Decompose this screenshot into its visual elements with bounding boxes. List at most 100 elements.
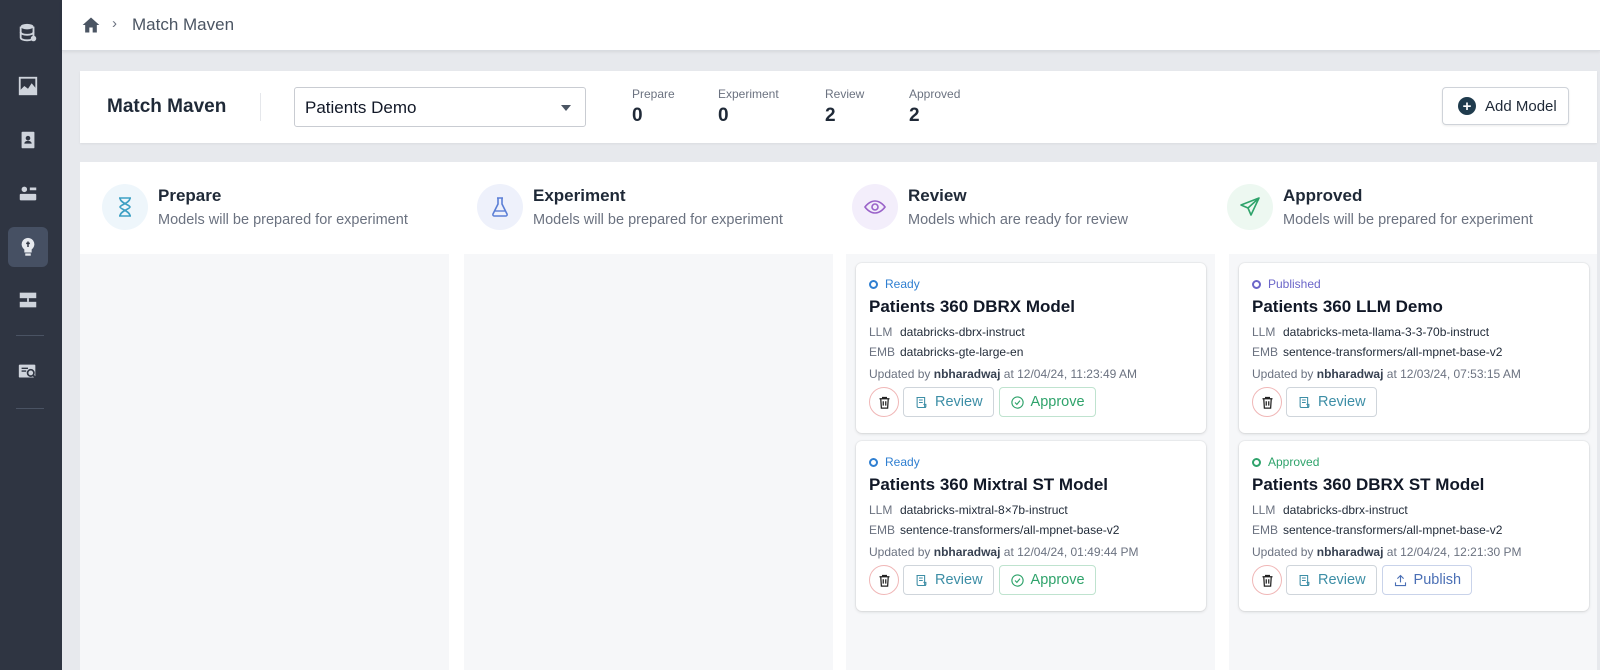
sidebar-item-users[interactable] <box>8 173 48 213</box>
plus-circle-icon: + <box>1458 97 1476 115</box>
check-circle-icon <box>1010 395 1024 409</box>
stat-approved: Approved 2 <box>909 87 960 127</box>
status-dot-icon <box>1252 457 1261 467</box>
server-icon <box>19 292 37 308</box>
card-title: Patients 360 LLM Demo <box>1252 297 1443 316</box>
add-model-button[interactable]: + Add Model <box>1442 87 1569 125</box>
stat-prepare: Prepare 0 <box>632 87 675 127</box>
stat-experiment: Experiment 0 <box>718 87 779 127</box>
review-button[interactable]: Review <box>903 387 994 417</box>
lane-experiment <box>464 254 833 670</box>
emb-row: EMB sentence-transformers/all-mpnet-base-… <box>869 523 1120 537</box>
page-header: Match Maven Patients Demo Prepare 0 Expe… <box>80 71 1597 143</box>
column-subtitle: Models will be prepared for experiment <box>158 212 408 228</box>
flask-icon <box>477 184 523 230</box>
breadcrumb-separator: › <box>112 15 117 32</box>
stat-label: Approved <box>909 87 961 101</box>
status-badge: Ready <box>869 277 920 291</box>
send-icon <box>1227 184 1273 230</box>
approve-button[interactable]: Approve <box>998 387 1096 417</box>
review-button[interactable]: Review <box>1286 387 1377 417</box>
add-model-label: Add Model <box>1485 97 1557 115</box>
eye-icon <box>852 184 898 230</box>
database-icon <box>19 23 37 42</box>
approve-button[interactable]: Approve <box>998 565 1096 595</box>
sidebar <box>0 0 62 670</box>
lane-prepare <box>80 254 449 670</box>
review-scroll-icon <box>1299 396 1310 408</box>
status-dot-icon <box>869 457 878 467</box>
llm-row: LLM databricks-mixtral-8×7b-instruct <box>869 503 1068 517</box>
model-card[interactable]: Approved Patients 360 DBRX ST Model LLM d… <box>1239 441 1589 611</box>
card-title: Patients 360 DBRX ST Model <box>1252 475 1485 494</box>
trash-icon <box>1262 574 1272 587</box>
updated-info: Updated by nbharadwaj at 12/04/24, 12:21… <box>1252 545 1522 559</box>
chart-image-icon <box>18 76 38 96</box>
column-title: Experiment <box>533 186 626 205</box>
status-badge: Approved <box>1252 455 1319 469</box>
sidebar-item-search-reports[interactable] <box>8 352 48 392</box>
model-card[interactable]: Ready Patients 360 DBRX Model LLM databri… <box>856 263 1206 433</box>
column-subtitle: Models will be prepared for experiment <box>1283 212 1533 228</box>
review-button[interactable]: Review <box>903 565 994 595</box>
column-title: Review <box>908 186 967 205</box>
column-subtitle: Models will be prepared for experiment <box>533 212 783 228</box>
llm-row: LLM databricks-dbrx-instruct <box>869 325 1025 339</box>
review-scroll-icon <box>916 396 927 408</box>
review-button[interactable]: Review <box>1286 565 1377 595</box>
stat-value: 2 <box>909 105 920 126</box>
delete-button[interactable] <box>1252 387 1282 417</box>
status-badge: Ready <box>869 455 920 469</box>
updated-info: Updated by nbharadwaj at 12/03/24, 07:53… <box>1252 367 1521 381</box>
stat-label: Experiment <box>718 87 779 101</box>
breadcrumb-current: Match Maven <box>132 15 235 34</box>
sidebar-item-data[interactable] <box>8 13 48 53</box>
column-title: Prepare <box>158 186 222 205</box>
status-dot-icon <box>1252 279 1261 289</box>
updated-info: Updated by nbharadwaj at 12/04/24, 01:49… <box>869 545 1139 559</box>
check-circle-icon <box>1010 573 1024 587</box>
card-actions: Review Publish <box>1252 565 1477 595</box>
project-select[interactable]: Patients Demo <box>294 87 586 127</box>
stat-value: 0 <box>718 105 729 126</box>
card-actions: Review Approve <box>869 387 1101 417</box>
stat-label: Review <box>825 87 865 101</box>
project-select-value: Patients Demo <box>305 98 417 117</box>
review-scroll-icon <box>916 574 927 586</box>
updated-info: Updated by nbharadwaj at 12/04/24, 11:23… <box>869 367 1137 381</box>
status-dot-icon <box>869 279 878 289</box>
trash-icon <box>1262 396 1272 409</box>
delete-button[interactable] <box>869 387 899 417</box>
hourglass-icon <box>102 184 148 230</box>
card-title: Patients 360 DBRX Model <box>869 297 1075 316</box>
lightbulb-brain-icon <box>21 237 35 256</box>
sidebar-item-models[interactable] <box>8 227 48 267</box>
sidebar-divider <box>16 408 44 409</box>
sidebar-item-charts[interactable] <box>8 66 48 106</box>
stat-value: 2 <box>825 105 836 126</box>
contact-book-icon <box>21 131 35 149</box>
sidebar-item-contacts[interactable] <box>8 120 48 160</box>
delete-button[interactable] <box>869 565 899 595</box>
emb-row: EMB sentence-transformers/all-mpnet-base-… <box>1252 523 1503 537</box>
model-card[interactable]: Published Patients 360 LLM Demo LLM datab… <box>1239 263 1589 433</box>
trash-icon <box>879 396 889 409</box>
top-bar: › Match Maven <box>62 0 1600 51</box>
delete-button[interactable] <box>1252 565 1282 595</box>
upload-icon <box>1394 574 1406 586</box>
trash-icon <box>879 574 889 587</box>
emb-row: EMB databricks-gte-large-en <box>869 345 1024 359</box>
chevron-down-icon <box>561 105 571 111</box>
model-card[interactable]: Ready Patients 360 Mixtral ST Model LLM d… <box>856 441 1206 611</box>
page-title: Match Maven <box>107 96 227 117</box>
report-search-icon <box>18 364 37 379</box>
sidebar-item-servers[interactable] <box>8 280 48 320</box>
home-icon[interactable] <box>81 15 101 35</box>
column-title: Approved <box>1283 186 1363 205</box>
publish-button[interactable]: Publish <box>1381 565 1473 595</box>
user-settings-icon <box>19 186 37 201</box>
status-badge: Published <box>1252 277 1321 291</box>
llm-row: LLM databricks-meta-llama-3-3-70b-instruc… <box>1252 325 1490 339</box>
card-title: Patients 360 Mixtral ST Model <box>869 475 1109 494</box>
header-divider <box>260 93 261 121</box>
